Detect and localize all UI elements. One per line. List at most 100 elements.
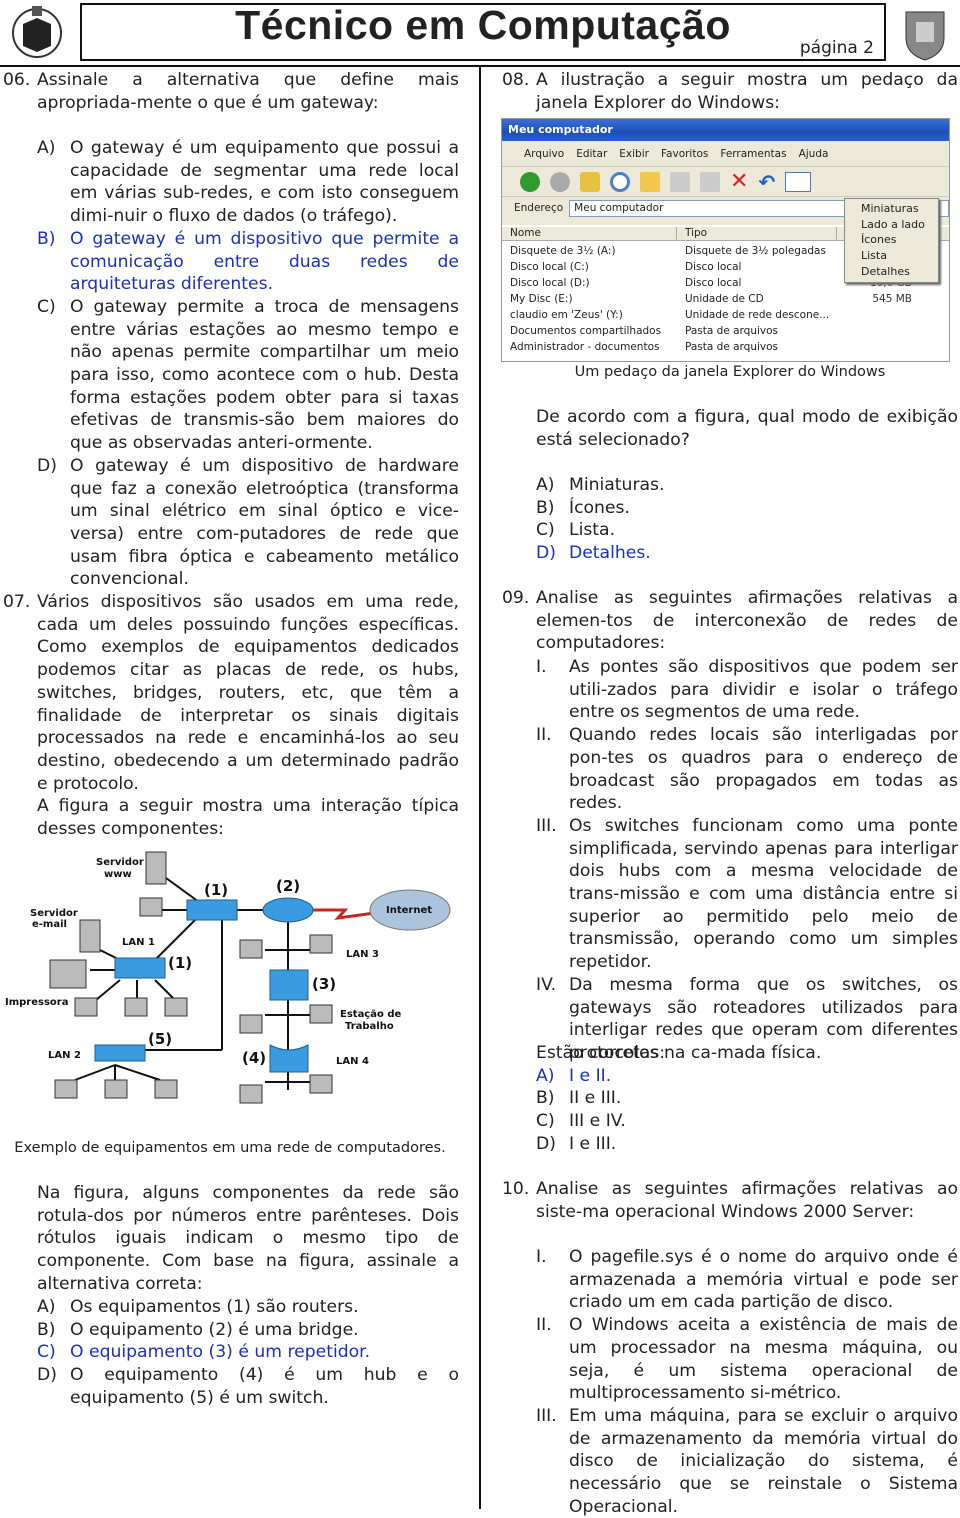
forward-icon[interactable] [550,171,570,192]
page-title: Técnico em Computação [235,2,731,48]
device-3 [269,969,309,1001]
question-text: Assinale a alternativa que define mais a… [37,70,459,113]
label-www: www [104,869,132,880]
diagram-caption: Exemplo de equipamentos em uma rede de c… [14,1140,446,1156]
statement-iii: III. Os switches funcionam como uma ponte… [536,815,958,974]
q07-options: A) Os equipamentos (1) são routers. B) O e… [37,1296,459,1410]
option-c: C) III e IV. [536,1110,958,1133]
file-row[interactable]: My Disc (E:) Unidade de CD 545 MB [502,291,949,307]
statement-i: I. As pontes são dispositivos que podem s… [536,656,958,724]
explorer-window-screenshot: Meu computador Arquivo Editar Exibir Fav… [501,118,950,362]
question-text: Analise as seguintes afirmações relativa… [536,1179,958,1222]
statement-ii: II. O Windows aceita a existência de mais… [536,1314,958,1405]
menu-arquivo[interactable]: Arquivo [524,148,564,166]
option-text: I e III. [569,1133,617,1154]
option-text: II e III. [569,1088,622,1109]
q10-statements: I. O pagefile.sys é o nome do arquivo ond… [536,1246,958,1518]
question-number: 06. [3,70,31,90]
copy-to-icon[interactable] [700,171,720,192]
network-diagram: Servidor www Servidor e-mail Impressora … [5,851,451,1104]
option-letter: A) [37,138,56,158]
menu-editar[interactable]: Editar [576,148,607,166]
view-miniaturas[interactable]: Miniaturas [861,201,938,217]
statement-iii: III. Em uma máquina, para se excluir o ar… [536,1405,958,1518]
file-name: Disquete de 3½ (A:) [510,245,616,257]
statement-text: Quando redes locais são interligadas por… [569,725,958,814]
option-letter: D) [536,543,556,564]
file-row[interactable]: claudio em 'Zeus' (Y:) Unidade de rede de… [502,307,949,323]
q09-options: Estão corretas: A) I e II. B) II e III. C)… [536,1042,958,1156]
label-impressora: Impressora [5,997,68,1008]
label-servidor-email: Servidor [30,908,78,919]
option-a: A) Os equipamentos (1) são routers. [37,1296,459,1319]
question-06: 06. Assinale a alternativa que define mai… [3,69,459,114]
file-type: Unidade de CD [685,293,764,305]
statement-ii: II. Quando redes locais são interligadas … [536,724,958,815]
file-type: Pasta de arquivos [685,325,779,337]
undo-icon[interactable]: ↶ [758,170,775,194]
menu-favoritos[interactable]: Favoritos [661,148,708,166]
search-icon[interactable] [610,171,630,192]
option-text: I e II. [569,1065,612,1086]
up-folder-icon[interactable] [580,171,600,192]
menu-exibir[interactable]: Exibir [619,148,649,166]
column-header-type[interactable]: Tipo [677,227,837,240]
explorer-caption: Um pedaço da janela Explorer do Windows [574,364,886,380]
view-lado-a-lado[interactable]: Lado a lado [861,217,938,233]
file-type: Disco local [685,277,742,289]
q06-options: A) O gateway é um equipamento que possui … [37,137,459,591]
option-letter: D) [37,1365,57,1386]
file-name: Disco local (D:) [510,277,590,289]
file-name: Administrador - documentos [510,341,660,353]
statement-text: Em uma máquina, para se excluir o arquiv… [569,1405,958,1517]
statement-number: I. [536,657,547,677]
option-text: O gateway é um dispositivo que permite a… [70,228,459,295]
file-type: Disquete de 3½ polegadas [685,245,826,257]
option-letter: B) [536,497,555,518]
folders-icon[interactable] [640,171,660,192]
explorer-title: Meu computador [502,119,949,141]
option-b: B) II e III. [536,1087,958,1110]
option-text: O gateway é um equipamento que possui a … [70,138,459,227]
question-10: 10. Analise as seguintes afirmações relat… [502,1178,958,1223]
view-lista[interactable]: Lista [861,248,938,264]
option-c: C) O equipamento (3) é um repetidor. [37,1341,459,1364]
file-name: Documentos compartilhados [510,325,662,337]
view-icones[interactable]: Ícones [861,232,938,248]
move-to-icon[interactable] [670,171,690,192]
q08-prompt: De acordo com a figura, qual modo de exi… [536,406,958,451]
option-a: A) O gateway é um equipamento que possui … [37,137,459,228]
router-2 [262,897,314,923]
option-letter: D) [536,1133,556,1154]
file-row[interactable]: Administrador - documentos Pasta de arqui… [502,339,949,355]
option-text: Detalhes. [569,543,651,564]
label-2: (2) [276,877,300,895]
file-row[interactable]: Documentos compartilhados Pasta de arquiv… [502,323,949,339]
state-crest-logo [896,2,954,62]
explorer-toolbar: ✕ ↶ [502,167,949,197]
q07-continuation: Na figura, alguns componentes da rede sã… [37,1182,459,1296]
column-header-name[interactable]: Nome [502,227,677,240]
label-lan1: LAN 1 [122,937,155,948]
question-text-3: Na figura, alguns componentes da rede sã… [37,1183,459,1294]
statement-number: III. [536,815,557,836]
option-letter: C) [536,1111,555,1132]
file-size: 545 MB [872,293,912,305]
file-type: Unidade de rede descone... [685,309,830,321]
option-text: Ícones. [569,497,630,518]
back-icon[interactable] [520,171,540,192]
menu-ferramentas[interactable]: Ferramentas [720,148,786,166]
label-5: (5) [148,1030,172,1048]
option-b: B) Ícones. [536,497,958,520]
label-trabalho: Trabalho [345,1021,394,1032]
option-letter: C) [536,520,555,541]
menu-ajuda[interactable]: Ajuda [799,148,829,166]
file-type: Pasta de arquivos [685,341,779,353]
statement-text: As pontes são dispositivos que podem ser… [569,657,958,723]
delete-icon[interactable]: ✕ [730,169,748,194]
label-1-lan1: (1) [168,954,192,972]
question-number: 09. [502,588,530,608]
option-text: O equipamento (3) é um repetidor. [70,1342,371,1363]
views-icon[interactable] [785,171,812,192]
view-detalhes[interactable]: Detalhes [861,264,938,280]
